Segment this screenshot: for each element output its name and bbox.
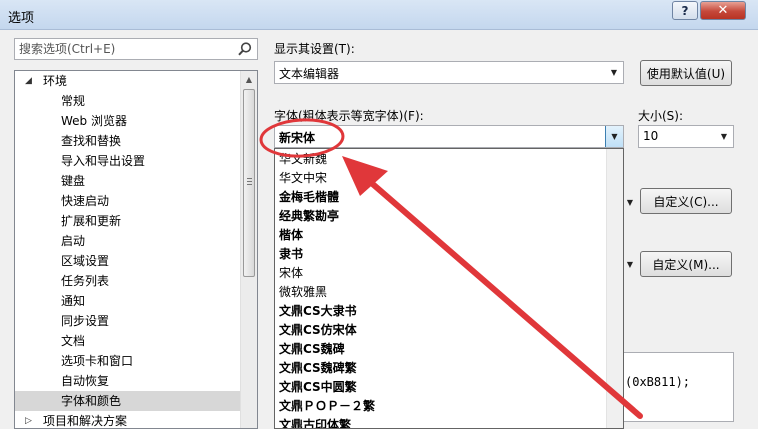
tree-item-label: Web 浏览器 [61,114,127,128]
tree-item[interactable]: 通知 [15,291,241,311]
tree-item[interactable]: 查找和替换 [15,131,241,151]
tree-item-label: 任务列表 [61,274,110,288]
size-value: 10 [643,129,659,143]
chevron-down-icon[interactable]: ▼ [624,191,636,214]
chevron-down-icon[interactable]: ▼ [624,253,636,276]
custom-m-button[interactable]: 自定义(M)... [640,251,732,277]
window-title: 选项 [8,11,35,26]
close-button[interactable]: ✕ [700,1,746,20]
scroll-up-icon[interactable]: ▲ [241,71,257,88]
expanded-arrow-icon[interactable]: ◢ [25,71,32,91]
help-button[interactable]: ? [672,1,698,20]
font-option[interactable]: 宋体 [279,264,303,283]
font-option[interactable]: 文鼎CS大隶书 [279,302,357,321]
font-option[interactable]: 文鼎ＰＯＰ－２繁 [279,397,375,416]
display-settings-value: 文本编辑器 [279,67,340,81]
font-list-scrollbar[interactable] [606,149,623,428]
tree-item-label: 环境 [43,74,68,88]
tree-item-label: 启动 [61,234,86,248]
chevron-down-icon: ▼ [720,132,728,141]
tree-item-label: 查找和替换 [61,134,122,148]
search-input[interactable] [15,39,225,59]
font-option[interactable]: 文鼎CS中圆繁 [279,378,357,397]
tree-item-label: 区域设置 [61,254,110,268]
help-icon: ? [681,3,689,18]
close-icon: ✕ [717,3,729,18]
font-option[interactable]: 文鼎古印体繁 [279,416,351,428]
tree-item[interactable]: 扩展和更新 [15,211,241,231]
tree-item-label: 字体和颜色 [61,394,122,408]
tree-item-label: 键盘 [61,174,86,188]
sample-text: (0xB811); [625,375,691,389]
tree-item[interactable]: 键盘 [15,171,241,191]
font-value: 新宋体 [279,131,316,145]
tree-item-label: 导入和导出设置 [61,154,146,168]
tree-scroll-thumb[interactable] [243,89,255,277]
tree-item-label: 同步设置 [61,314,110,328]
display-settings-label: 显示其设置(T): [274,42,355,56]
tree-item-label: 快速启动 [61,194,110,208]
font-combo[interactable]: 新宋体 ▼ [274,125,624,148]
font-option[interactable]: 微软雅黑 [279,283,327,302]
tree-item[interactable]: 同步设置 [15,311,241,331]
tree-item[interactable]: Web 浏览器 [15,111,241,131]
tree-item[interactable]: 区域设置 [15,251,241,271]
font-label: 字体(粗体表示等宽字体)(F): [274,109,424,123]
grip-icon [247,178,252,185]
tree-scrollbar[interactable]: ▲ [240,71,257,428]
tree-item-label: 扩展和更新 [61,214,122,228]
font-dropdown-list: 华文新魏 华文中宋 金梅毛楷體 经典繁勘亭 楷体 隶书 宋体 微软雅黑 文鼎CS大隶书 文鼎CS仿… [274,148,624,429]
tree-root-projects[interactable]: ▷ 项目和解决方案 [15,411,241,428]
tree-item[interactable]: 自动恢复 [15,371,241,391]
collapsed-arrow-icon[interactable]: ▷ [25,411,32,428]
search-box [14,38,258,60]
tree-item-label: 通知 [61,294,86,308]
font-option[interactable]: 文鼎CS魏碑繁 [279,359,357,378]
tree-item[interactable]: 快速启动 [15,191,241,211]
tree-item[interactable]: 选项卡和窗口 [15,351,241,371]
size-label: 大小(S): [638,109,684,123]
tree-item[interactable]: 文档 [15,331,241,351]
tree-item-label: 常规 [61,94,86,108]
font-option[interactable]: 华文新魏 [279,150,327,169]
tree-item-label: 选项卡和窗口 [61,354,134,368]
tree-item[interactable]: 字体和颜色 [15,391,241,411]
tree-item[interactable]: 启动 [15,231,241,251]
sample-preview: (0xB811); [612,352,734,422]
tree-root-environment[interactable]: ◢ 环境 [15,71,241,91]
chevron-down-icon: ▼ [610,68,618,77]
chevron-down-icon[interactable]: ▼ [605,126,623,147]
title-bar: 选项 ? ✕ [0,0,758,30]
tree-item[interactable]: 常规 [15,91,241,111]
font-option[interactable]: 文鼎CS魏碑 [279,340,345,359]
options-dialog: ◢ 环境常规 Web 浏览器查找和替换导入和导出设置键盘快速启动扩展和更新启动区域设… [0,30,758,429]
font-option[interactable]: 经典繁勘亭 [279,207,339,226]
display-settings-combo[interactable]: 文本编辑器 ▼ [274,61,624,84]
font-option[interactable]: 华文中宋 [279,169,327,188]
font-option[interactable]: 文鼎CS仿宋体 [279,321,357,340]
custom-c-button[interactable]: 自定义(C)... [640,188,732,214]
tree-item-label: 文档 [61,334,86,348]
options-tree: ◢ 环境常规 Web 浏览器 查找和替换导入和导出设置 键盘快速启动扩展和更新启动区域设… [14,70,258,429]
search-icon[interactable] [237,41,253,57]
font-option[interactable]: 金梅毛楷體 [279,188,339,207]
size-combo[interactable]: 10 ▼ [638,125,734,148]
tree-item[interactable]: 导入和导出设置 [15,151,241,171]
use-defaults-button[interactable]: 使用默认值(U) [640,60,732,86]
font-option[interactable]: 楷体 [279,226,303,245]
tree-item[interactable]: 任务列表 [15,271,241,291]
tree-item-label: 自动恢复 [61,374,110,388]
font-option[interactable]: 隶书 [279,245,303,264]
tree-item-label: 项目和解决方案 [43,414,128,428]
